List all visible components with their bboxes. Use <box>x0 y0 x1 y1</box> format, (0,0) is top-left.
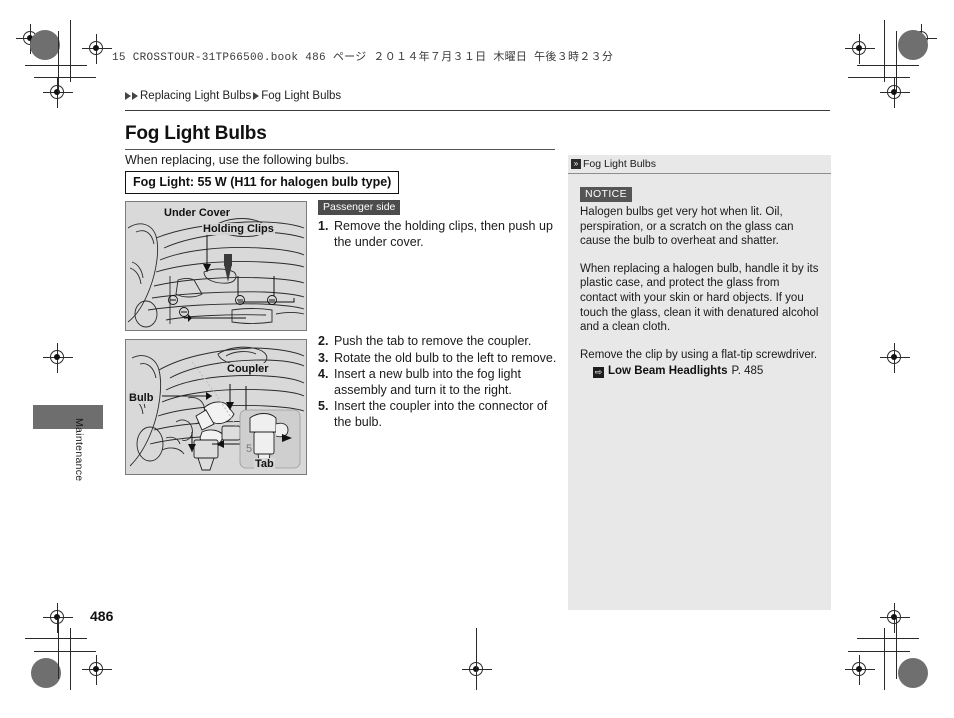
notice-paragraph-3: Remove the clip by using a flat-tip scre… <box>580 348 818 361</box>
crop-mark-bottom-left-v2 <box>58 617 59 679</box>
crop-mark-top-right-h2 <box>848 77 910 78</box>
breadcrumb-current: Fog Light Bulbs <box>261 90 342 102</box>
figure-label-tab: Tab <box>254 458 275 470</box>
crop-mark-bottom-right-v2 <box>896 617 897 679</box>
registration-mark-right-upper <box>880 78 910 108</box>
breadcrumb-parent[interactable]: Replacing Light Bulbs <box>140 90 251 102</box>
step-text: Push the tab to remove the coupler. <box>334 334 532 348</box>
step-number: 2. <box>318 334 329 348</box>
crop-mark-bottom-right-h <box>857 638 919 639</box>
notice-paragraph-2: When replacing a halogen bulb, handle it… <box>580 262 819 334</box>
halftone-density-patch-bottom-right <box>898 658 928 688</box>
step-number: 5. <box>318 399 329 413</box>
steps-group-passenger-side: Passenger side 1. Remove the holding cli… <box>318 197 563 251</box>
halftone-density-patch-top-right <box>898 30 928 60</box>
crop-mark-top-left-v2 <box>58 31 59 93</box>
step-number: 4. <box>318 367 329 381</box>
header-divider <box>125 110 830 111</box>
page-title: Fog Light Bulbs <box>125 123 267 144</box>
jump-arrow-icon: ⇨ <box>593 367 604 379</box>
steps-group-main: 2. Push the tab to remove the coupler. 3… <box>318 334 566 431</box>
step-item: 3. Rotate the old bulb to the left to re… <box>318 351 566 367</box>
bulb-spec-box: Fog Light: 55 W (H11 for halogen bulb ty… <box>125 171 400 194</box>
figure-label-coupler: Coupler <box>226 363 270 375</box>
page-number: 486 <box>90 608 114 624</box>
breadcrumb-arrow-icon-2 <box>132 92 138 100</box>
step-item: 1. Remove the holding clips, then push u… <box>318 219 563 250</box>
breadcrumb-arrow-icon-3 <box>253 92 260 100</box>
crop-mark-top-left-h <box>25 65 87 66</box>
registration-mark-bottom-left-inner <box>82 655 112 685</box>
print-job-header: 15 CROSSTOUR-31TP66500.book 486 ページ ２０１４… <box>112 52 614 64</box>
step-item: 2. Push the tab to remove the coupler. <box>318 334 566 350</box>
figure-under-cover: Under Cover Holding Clips <box>125 201 307 331</box>
crop-mark-top-left-h2 <box>34 77 96 78</box>
halftone-density-patch-bottom-left <box>31 658 61 688</box>
intro-text: When replacing, use the following bulbs. <box>125 153 349 167</box>
crop-mark-bottom-right-h2 <box>848 651 910 652</box>
cross-reference-title: Low Beam Headlights <box>608 365 728 378</box>
side-panel-title: Fog Light Bulbs <box>583 158 656 170</box>
side-panel-body: NOTICE Halogen bulbs get very hot when l… <box>568 174 831 379</box>
figure-label-bulb: Bulb <box>128 392 155 404</box>
svg-text:5: 5 <box>246 443 252 455</box>
registration-mark-left-middle <box>43 343 73 373</box>
breadcrumb: Replacing Light Bulbs Fog Light Bulbs <box>125 90 341 102</box>
step-item: 5. Insert the coupler into the connector… <box>318 399 566 430</box>
step-number: 1. <box>318 219 329 233</box>
crop-mark-top-right-v <box>884 20 885 82</box>
cross-reference-page: P. 485 <box>731 365 764 378</box>
registration-mark-bottom-center <box>462 655 492 685</box>
figure-coupler-bulb: 5 Bulb Coupler Tab <box>125 339 307 475</box>
section-thumb-tab <box>33 405 103 429</box>
cross-reference-link[interactable]: ⇨ Low Beam Headlights P. 485 <box>593 365 819 379</box>
side-panel-header: » Fog Light Bulbs <box>568 155 831 174</box>
crop-mark-top-right-h <box>857 65 919 66</box>
section-name-vertical: Maintenance <box>73 418 85 482</box>
crop-mark-bottom-right-v <box>884 628 885 690</box>
crop-mark-bottom-left-h <box>25 638 87 639</box>
step-text: Insert the coupler into the connector of… <box>334 399 548 429</box>
step-text: Rotate the old bulb to the left to remov… <box>334 350 557 365</box>
figure-label-under-cover: Under Cover <box>163 207 232 219</box>
registration-mark-top-right-inner <box>845 34 875 64</box>
step-number: 3. <box>318 350 329 365</box>
crop-mark-bottom-left-h2 <box>34 651 96 652</box>
registration-mark-top-left-inner <box>82 34 112 64</box>
title-underline <box>125 149 555 150</box>
figure-label-holding-clips: Holding Clips <box>202 223 275 235</box>
crop-mark-top-right-v2 <box>896 31 897 93</box>
registration-mark-right-middle <box>880 343 910 373</box>
chevron-double-right-icon: » <box>571 159 581 169</box>
halftone-density-patch-top-left <box>30 30 60 60</box>
passenger-side-badge: Passenger side <box>318 200 401 215</box>
registration-mark-bottom-right-inner <box>845 655 875 685</box>
crop-mark-top-left-v <box>70 20 71 82</box>
breadcrumb-arrow-icon <box>125 92 131 100</box>
crop-mark-bottom-left-v <box>70 628 71 690</box>
side-note-panel: » Fog Light Bulbs NOTICE Halogen bulbs g… <box>568 155 831 610</box>
step-text: Insert a new bulb into the fog light ass… <box>334 367 521 397</box>
step-item: 4. Insert a new bulb into the fog light … <box>318 367 566 398</box>
notice-badge: NOTICE <box>580 187 633 202</box>
crop-mark-bottom-center-v <box>476 628 477 690</box>
notice-paragraph-1: Halogen bulbs get very hot when lit. Oil… <box>580 206 794 248</box>
step-text: Remove the holding clips, then push up t… <box>334 219 553 249</box>
